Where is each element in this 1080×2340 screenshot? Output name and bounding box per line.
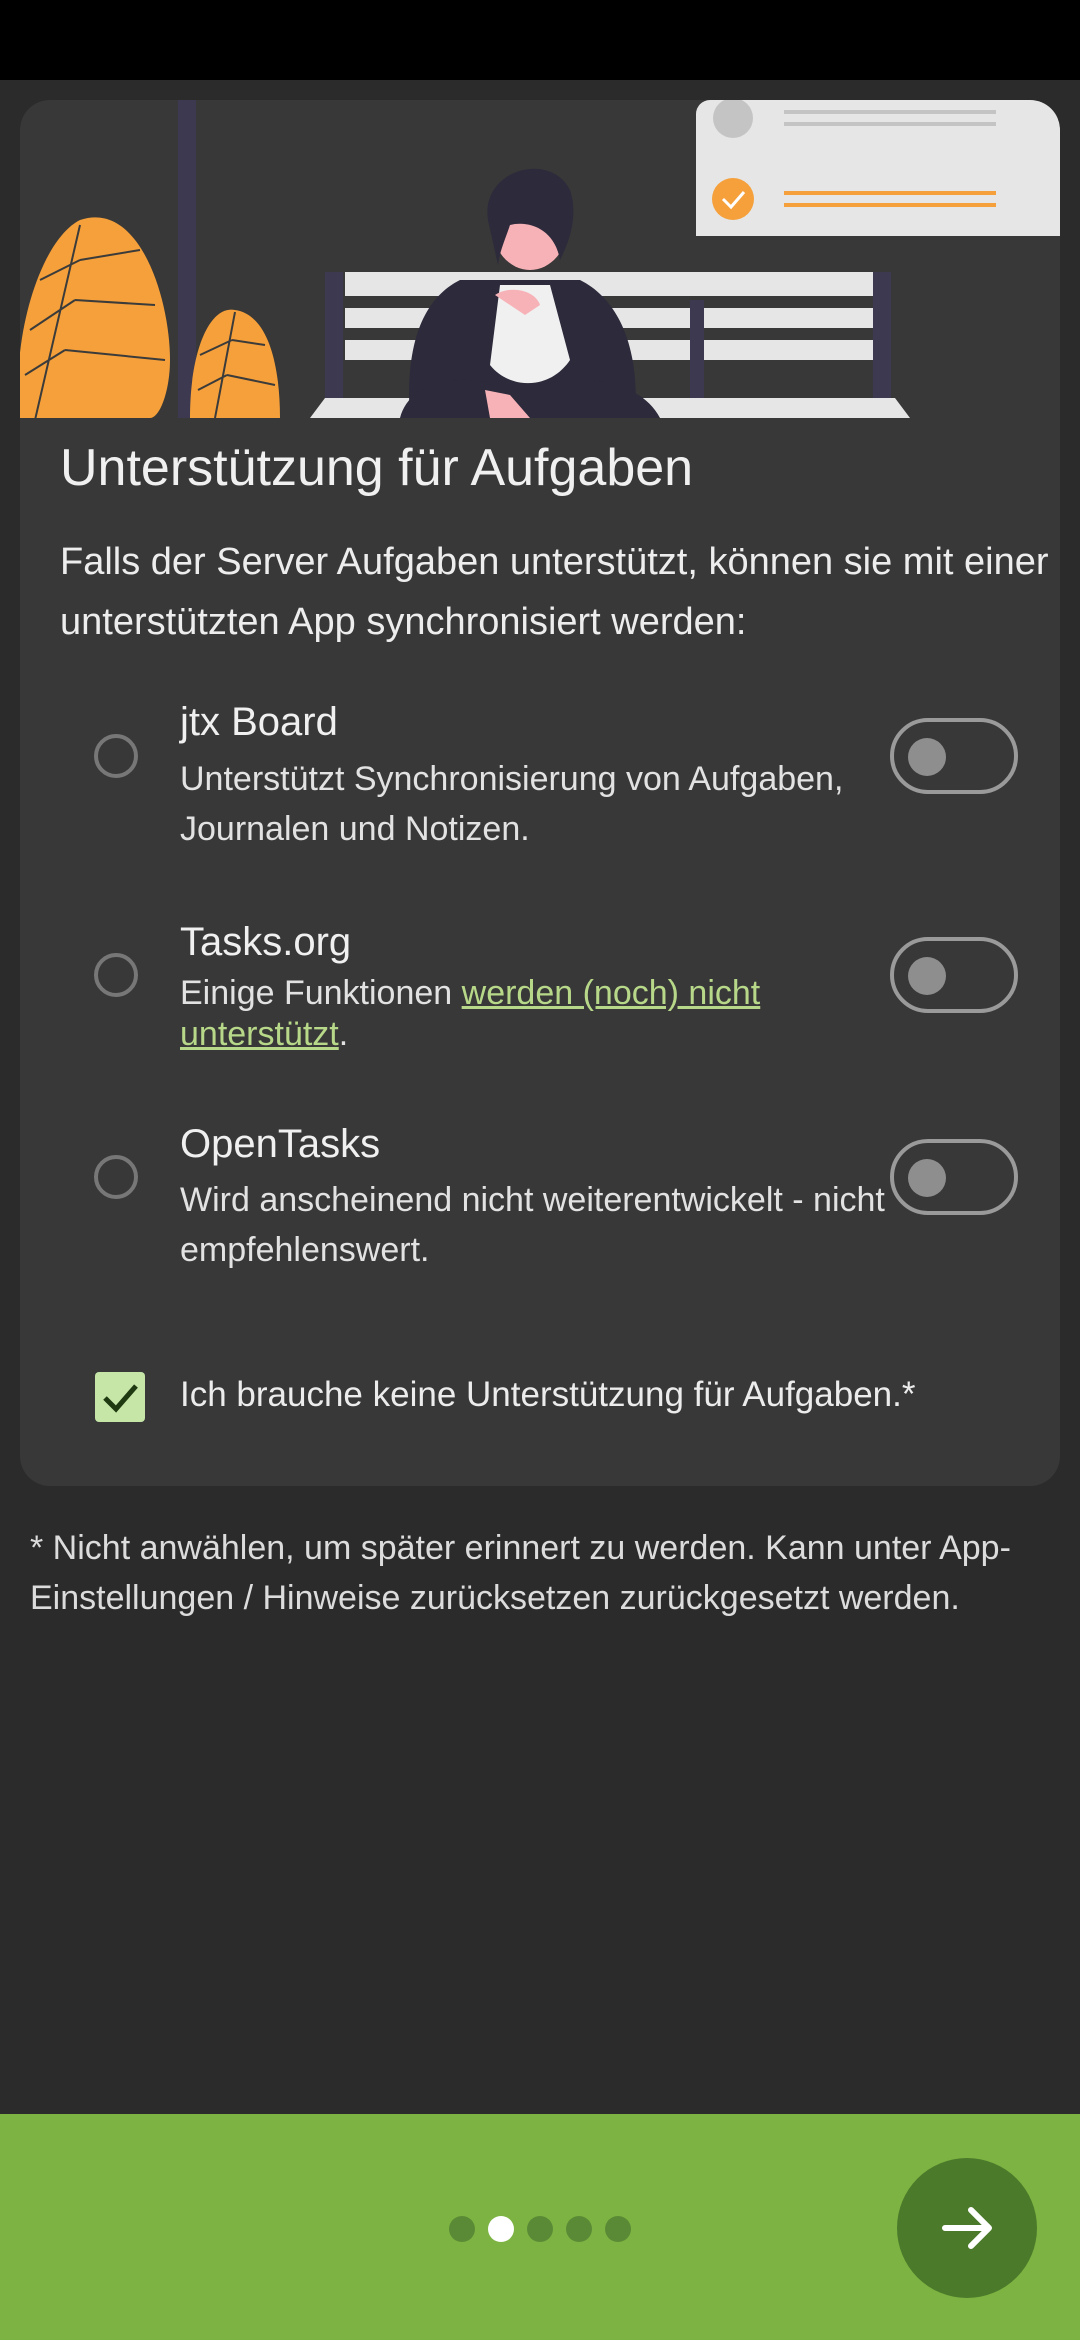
checkmark-icon: [103, 1384, 138, 1413]
option-name: OpenTasks: [180, 1122, 381, 1166]
toggle-opentasks[interactable]: [890, 1139, 1018, 1215]
toggle-tasks-org[interactable]: [890, 937, 1018, 1013]
toggle-thumb: [908, 738, 946, 776]
no-tasks-support-label[interactable]: Ich brauche keine Unterstützung für Aufg…: [180, 1375, 915, 1415]
toggle-thumb: [908, 1159, 946, 1197]
toggle-jtx-board[interactable]: [890, 718, 1018, 794]
tasks-support-card: Unterstützung für Aufgaben Falls der Ser…: [20, 100, 1060, 1486]
card-description: Falls der Server Aufgaben unterstützt, k…: [60, 541, 1049, 643]
illustration-person-on-bench: [20, 100, 1060, 418]
radio-tasks-org[interactable]: [94, 953, 138, 997]
option-description: Einige Funktionen werden (noch) nicht un…: [180, 973, 920, 1055]
option-description: Unterstützt Synchronisierung von Aufgabe…: [180, 760, 844, 848]
footnote: * Nicht anwählen, um später erinnert zu …: [30, 1529, 1011, 1617]
page-dot-3: [527, 2216, 553, 2242]
option-description: Wird anscheinend nicht weiterentwickelt …: [180, 1181, 885, 1269]
toggle-thumb: [908, 957, 946, 995]
radio-jtx-board[interactable]: [94, 734, 138, 778]
page-dot-4: [566, 2216, 592, 2242]
next-button[interactable]: [897, 2158, 1037, 2298]
page-dot-5: [605, 2216, 631, 2242]
task-list-illustration: [696, 100, 1060, 236]
option-description-suffix: .: [338, 1015, 349, 1053]
status-bar: [0, 0, 1080, 80]
arrow-right-icon: [942, 2207, 992, 2249]
page-dot-1: [449, 2216, 475, 2242]
page-dot-2-active: [488, 2216, 514, 2242]
radio-opentasks[interactable]: [94, 1155, 138, 1199]
option-name: Tasks.org: [180, 920, 352, 964]
option-name: jtx Board: [180, 700, 338, 744]
no-tasks-support-checkbox[interactable]: [95, 1372, 145, 1422]
option-description-prefix: Einige Funktionen: [180, 974, 462, 1012]
card-title: Unterstützung für Aufgaben: [60, 439, 694, 497]
leaf-illustration: [20, 217, 280, 418]
